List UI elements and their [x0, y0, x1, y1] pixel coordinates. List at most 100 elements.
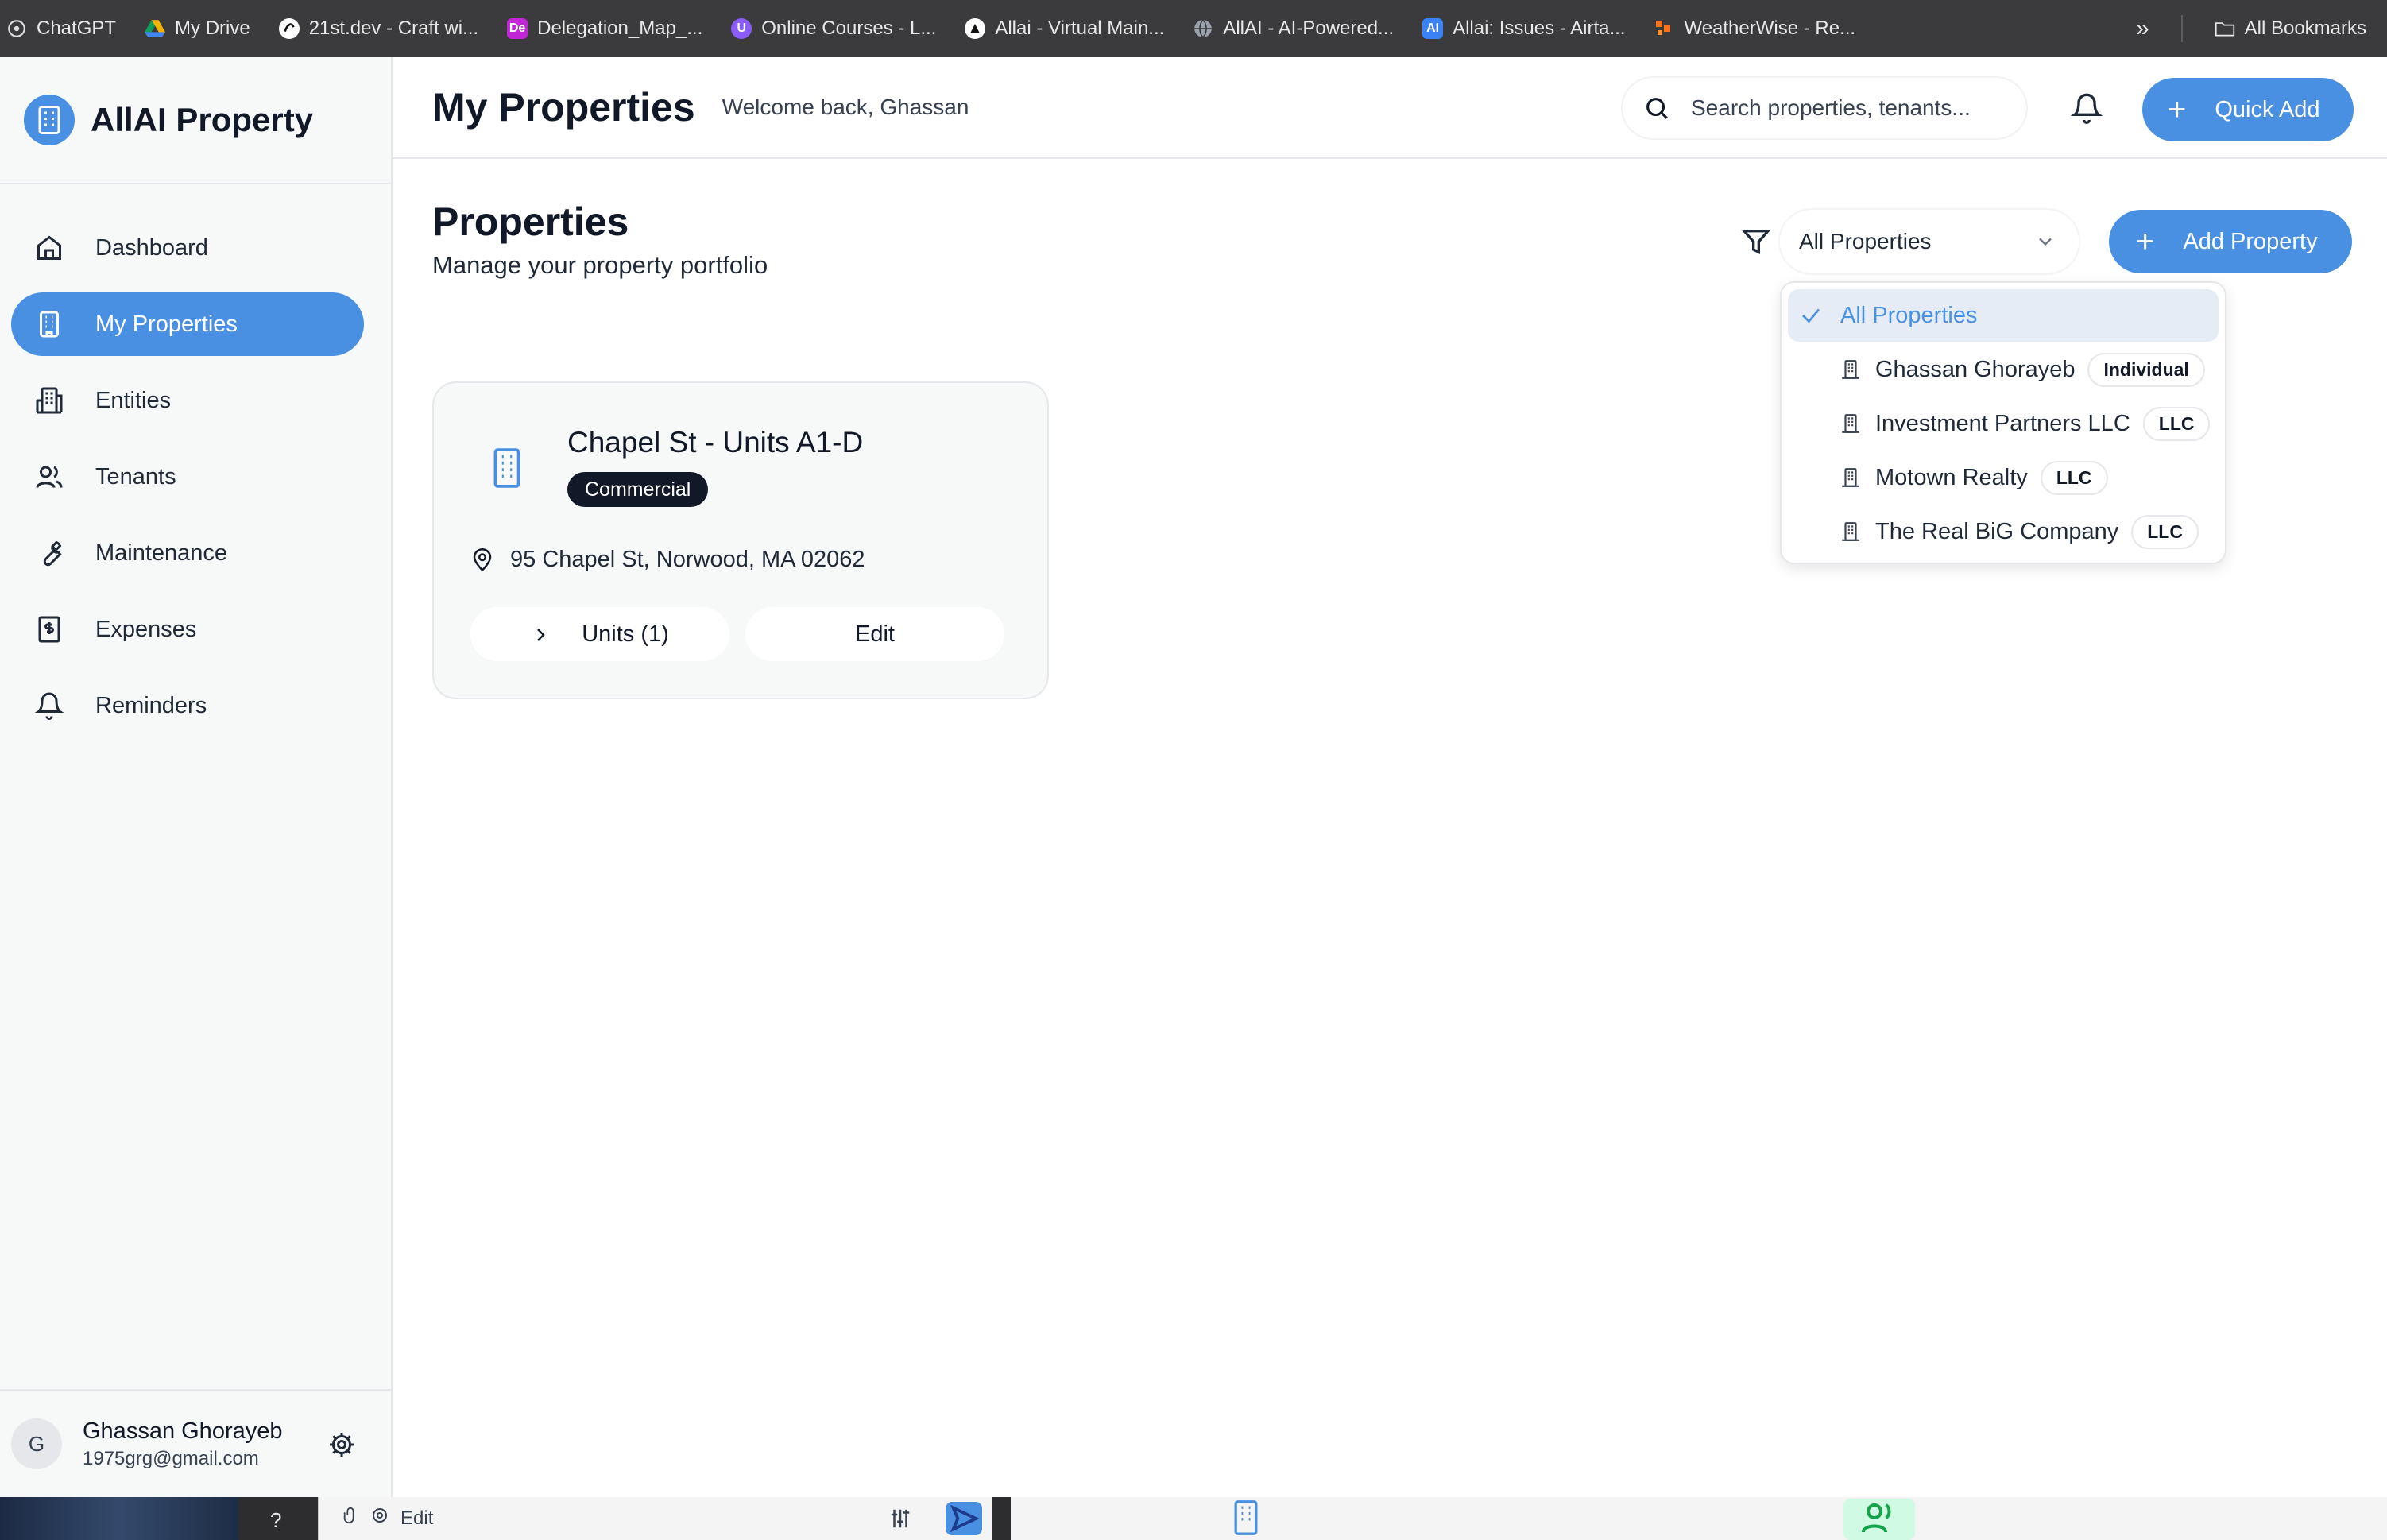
top-header: My Properties Welcome back, Ghassan Sear…: [393, 57, 2387, 159]
add-property-label: Add Property: [2183, 228, 2318, 254]
sidebar-item-label: Reminders: [95, 692, 207, 718]
bookmark-weatherwise[interactable]: WeatherWise - Re...: [1654, 17, 1855, 40]
property-card[interactable]: Chapel St - Units A1-D Commercial 95 Cha…: [432, 381, 1049, 699]
sidebar-item-label: Tenants: [95, 463, 176, 489]
dropdown-option-entity[interactable]: Ghassan Ghorayeb Individual: [1788, 343, 2219, 396]
sidebar-item-label: Entities: [95, 387, 172, 413]
bookmark-label: 21st.dev - Craft wi...: [308, 17, 479, 39]
entity-type-badge: LLC: [2040, 460, 2108, 495]
dropdown-option-entity[interactable]: Motown Realty LLC: [1788, 451, 2219, 504]
entity-building-icon: [1840, 521, 1861, 542]
search-icon: [1643, 95, 1670, 122]
chevron-down-icon: [2034, 230, 2056, 253]
check-icon: [1799, 304, 1823, 327]
bookmark-label: ChatGPT: [37, 17, 117, 39]
allai-icon: [965, 18, 986, 39]
help-text: ?: [270, 1508, 282, 1532]
edit-control[interactable]: Edit: [342, 1505, 433, 1531]
building-logo-icon: [24, 95, 75, 145]
brand-name: AllAI Property: [91, 101, 314, 138]
chevron-right-icon: [531, 625, 550, 644]
sidebar-item-tenants[interactable]: Tenants: [11, 445, 364, 509]
page-title: My Properties: [432, 85, 695, 130]
quick-add-label: Quick Add: [2215, 96, 2320, 122]
brand[interactable]: AllAI Property: [0, 57, 391, 184]
units-button-label: Units (1): [582, 621, 669, 647]
edit-label: Edit: [400, 1507, 434, 1529]
drive-icon: [145, 18, 166, 39]
sidebar-item-label: Expenses: [95, 616, 197, 642]
edit-button-label: Edit: [855, 621, 895, 647]
gear-icon[interactable]: [327, 1430, 356, 1459]
notifications-bell-icon[interactable]: [2070, 92, 2103, 124]
bookmark-delegation-map[interactable]: De Delegation_Map_...: [507, 17, 702, 40]
bookmark-allai-issues[interactable]: AI Allai: Issues - Airta...: [1422, 17, 1625, 40]
send-icon[interactable]: [946, 1502, 982, 1535]
bookmark-allai-virtual[interactable]: Allai - Virtual Main...: [965, 17, 1164, 40]
sidebar-item-expenses[interactable]: Expenses: [11, 598, 364, 661]
entity-type-badge: LLC: [2131, 514, 2199, 549]
underlying-app-panel: [1011, 1497, 2387, 1540]
units-button[interactable]: Units (1): [470, 607, 729, 661]
quick-add-button[interactable]: + Quick Add: [2142, 78, 2354, 141]
user-name: Ghassan Ghorayeb: [83, 1418, 283, 1444]
users-icon: [35, 462, 64, 491]
plus-icon: +: [2136, 224, 2155, 259]
select-value: All Properties: [1799, 229, 1932, 253]
sidebar-item-entities[interactable]: Entities: [11, 369, 364, 432]
bookmark-label: WeatherWise - Re...: [1684, 17, 1856, 39]
search-input[interactable]: Search properties, tenants...: [1623, 78, 2026, 138]
sidebar-nav: Dashboard My Properties Entities Tenants: [0, 184, 391, 737]
bookmark-allai-ai-powered[interactable]: AllAI - AI-Powered...: [1193, 17, 1394, 40]
property-filter-dropdown: All Properties Ghassan Ghorayeb Individu…: [1780, 281, 2226, 564]
bookmark-21st[interactable]: 21st.dev - Craft wi...: [278, 17, 479, 40]
bell-icon: [35, 691, 64, 720]
sidebar-item-my-properties[interactable]: My Properties: [11, 292, 364, 356]
dropdown-option-label: All Properties: [1840, 302, 1978, 328]
bookmark-label: Allai: Issues - Airta...: [1453, 17, 1626, 39]
building-icon: [35, 310, 64, 339]
bookmark-label: Allai - Virtual Main...: [995, 17, 1165, 39]
entity-type-badge: LLC: [2142, 406, 2211, 441]
dropdown-option-label: Ghassan Ghorayeb: [1875, 356, 2076, 382]
user-profile[interactable]: G Ghassan Ghorayeb 1975grg@gmail.com: [0, 1389, 391, 1497]
dropdown-option-entity[interactable]: Investment Partners LLC LLC: [1788, 397, 2219, 450]
map-pin-icon: [470, 548, 494, 573]
edit-button[interactable]: Edit: [745, 607, 1004, 661]
more-bookmarks-icon[interactable]: »: [2136, 15, 2149, 42]
sidebar-item-label: Maintenance: [95, 540, 228, 566]
ai-icon: AI: [1422, 18, 1444, 39]
filter-icon: [1740, 226, 1772, 257]
entity-type-badge: Individual: [2087, 352, 2205, 387]
sliders-icon[interactable]: [888, 1507, 912, 1534]
property-filter-select[interactable]: All Properties: [1780, 210, 2079, 273]
section-title: Properties: [432, 199, 629, 244]
dropdown-option-entity[interactable]: The Real BiG Company LLC: [1788, 505, 2219, 558]
entity-building-icon: [1840, 413, 1861, 434]
dropdown-option-label: The Real BiG Company: [1875, 518, 2119, 544]
property-type-badge: Commercial: [567, 472, 709, 507]
entity-building-icon: [1840, 467, 1861, 488]
welcome-message: Welcome back, Ghassan: [722, 95, 969, 119]
app-window: AllAI Property Dashboard My Properties E…: [0, 57, 2387, 1497]
target-icon: [370, 1506, 389, 1530]
bookmark-label: Delegation_Map_...: [537, 17, 703, 39]
21st-icon: [278, 18, 300, 39]
sidebar-item-reminders[interactable]: Reminders: [11, 674, 364, 737]
bookmark-chatgpt[interactable]: ChatGPT: [6, 17, 116, 40]
add-property-button[interactable]: + Add Property: [2109, 210, 2352, 273]
sidebar-item-dashboard[interactable]: Dashboard: [11, 216, 364, 280]
sidebar-item-maintenance[interactable]: Maintenance: [11, 521, 364, 585]
dropdown-option-label: Motown Realty: [1875, 464, 2028, 490]
paperclip-icon[interactable]: [342, 1505, 359, 1531]
dropdown-option-all-properties[interactable]: All Properties: [1788, 289, 2219, 342]
avatar: G: [11, 1418, 62, 1469]
all-bookmarks-label: All Bookmarks: [2244, 17, 2366, 39]
bookmark-my-drive[interactable]: My Drive: [145, 17, 250, 40]
all-bookmarks-button[interactable]: All Bookmarks: [2215, 17, 2366, 40]
property-name: Chapel St - Units A1-D: [567, 426, 864, 459]
bookmark-online-courses[interactable]: U Online Courses - L...: [731, 17, 936, 40]
wrench-icon: [35, 539, 64, 567]
dropdown-option-label: Investment Partners LLC: [1875, 410, 2130, 436]
sidebar-item-label: My Properties: [95, 311, 238, 337]
